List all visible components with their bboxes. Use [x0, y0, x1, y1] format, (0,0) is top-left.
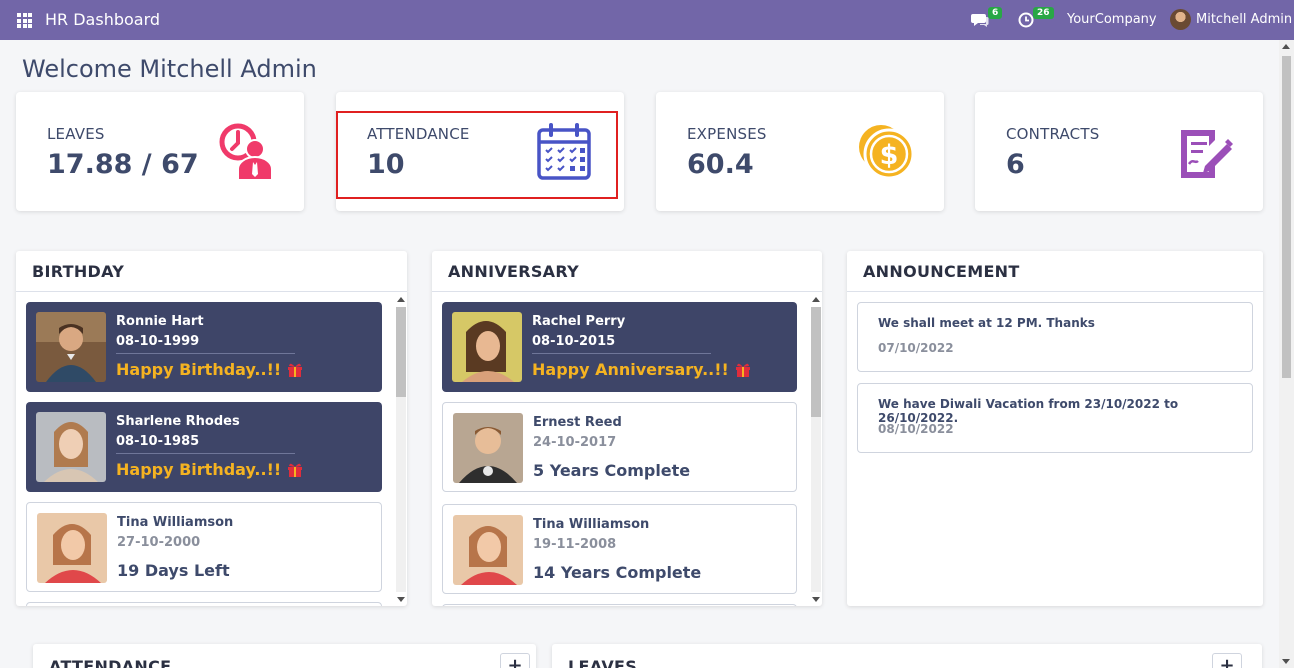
birthday-wish: Happy Birthday..!!	[116, 460, 303, 479]
stat-label: ATTENDANCE	[367, 125, 470, 143]
card-divider	[116, 353, 295, 354]
card-divider	[532, 353, 711, 354]
anniversary-card[interactable]: Ernest Reed 24-10-2017 5 Years Complete	[442, 402, 797, 492]
employee-photo	[452, 312, 522, 382]
join-date: 24-10-2017	[533, 435, 617, 450]
birth-date: 08-10-1999	[116, 334, 200, 349]
leaves-stat-card[interactable]: LEAVES 17.88 / 67	[16, 92, 304, 211]
announcement-list: We shall meet at 12 PM. Thanks 07/10/202…	[847, 293, 1263, 606]
gift-icon	[288, 463, 303, 477]
gift-icon	[288, 363, 303, 377]
employee-name: Tina Williamson	[533, 517, 650, 532]
leaves-panel-title: LEAVES	[568, 657, 638, 668]
contract-edit-icon	[1181, 130, 1233, 178]
birthday-card[interactable]: Tina Williamson 27-10-2000 19 Days Left	[26, 502, 382, 592]
user-avatar[interactable]	[1170, 9, 1191, 30]
anniversary-card[interactable]: Rachel Perry 08-10-2015 Happy Anniversar…	[442, 302, 797, 392]
announcement-panel: ANNOUNCEMENT We shall meet at 12 PM. Tha…	[847, 251, 1263, 606]
expand-attendance-button[interactable]: +	[500, 653, 530, 668]
stat-value: 10	[367, 149, 405, 180]
stat-value: 60.4	[687, 149, 754, 180]
employee-name: Tina Williamson	[117, 515, 234, 530]
card-divider	[116, 453, 295, 454]
apps-menu-icon[interactable]	[17, 13, 32, 28]
welcome-heading: Welcome Mitchell Admin	[22, 55, 317, 83]
birthday-panel: BIRTHDAY Ronnie Hart 08-10-1999 Happy Bi…	[16, 251, 407, 606]
employee-photo	[453, 413, 523, 483]
announcement-card[interactable]: We have Diwali Vacation from 23/10/2022 …	[857, 383, 1253, 453]
top-navbar: HR Dashboard 6 26 YourCompany Mitchell A…	[0, 0, 1294, 40]
birthday-title: BIRTHDAY	[16, 251, 407, 292]
employee-name: Ronnie Hart	[116, 314, 204, 329]
anniversary-card[interactable]: Tina Williamson 19-11-2008 14 Years Comp…	[442, 504, 797, 594]
years-complete: 14 Years Complete	[533, 563, 702, 582]
messages-icon[interactable]	[971, 11, 989, 29]
employee-photo	[36, 412, 106, 482]
stat-label: EXPENSES	[687, 125, 767, 143]
days-left: 19 Days Left	[117, 561, 230, 580]
anniversary-scrollbar[interactable]	[809, 295, 821, 604]
birthday-list: Ronnie Hart 08-10-1999 Happy Birthday..!…	[16, 293, 407, 606]
leave-clock-person-icon	[219, 123, 273, 181]
stat-value: 17.88 / 67	[47, 149, 199, 180]
app-title[interactable]: HR Dashboard	[45, 10, 160, 29]
anniversary-card[interactable]	[442, 604, 797, 606]
announcement-date: 08/10/2022	[878, 422, 954, 436]
anniversary-wish: Happy Anniversary..!!	[532, 360, 751, 379]
user-menu[interactable]: Mitchell Admin	[1196, 12, 1292, 27]
birthday-card[interactable]: Ronnie Hart 08-10-1999 Happy Birthday..!…	[26, 302, 382, 392]
svg-text:$: $	[880, 140, 899, 171]
employee-photo	[37, 513, 107, 583]
anniversary-title: ANNIVERSARY	[432, 251, 822, 292]
anniversary-list: Rachel Perry 08-10-2015 Happy Anniversar…	[432, 293, 822, 606]
gift-icon	[735, 363, 750, 377]
employee-photo	[36, 312, 106, 382]
attendance-stat-card[interactable]: ATTENDANCE 10	[336, 92, 624, 211]
dollar-coins-icon: $	[859, 125, 915, 180]
join-date: 19-11-2008	[533, 537, 617, 552]
company-switcher[interactable]: YourCompany	[1067, 12, 1157, 27]
employee-name: Rachel Perry	[532, 314, 626, 329]
announcement-text: We shall meet at 12 PM. Thanks	[878, 316, 1095, 330]
activities-count-badge: 26	[1033, 7, 1054, 19]
expand-leaves-button[interactable]: +	[1212, 653, 1242, 668]
stat-label: LEAVES	[47, 125, 105, 143]
leaves-chart-panel: LEAVES +	[552, 644, 1262, 668]
birthday-card[interactable]: Sharlene Rhodes 08-10-1985 Happy Birthda…	[26, 402, 382, 492]
employee-photo	[453, 515, 523, 585]
attendance-panel-title: ATTENDANCE	[49, 657, 172, 668]
stat-value: 6	[1006, 149, 1025, 180]
birthday-wish: Happy Birthday..!!	[116, 360, 303, 379]
expenses-stat-card[interactable]: EXPENSES 60.4 $	[656, 92, 944, 211]
birth-date: 08-10-1985	[116, 434, 200, 449]
birthday-card[interactable]	[26, 602, 382, 606]
announcement-card[interactable]: We shall meet at 12 PM. Thanks 07/10/202…	[857, 302, 1253, 372]
join-date: 08-10-2015	[532, 334, 616, 349]
employee-name: Sharlene Rhodes	[116, 414, 240, 429]
birthday-scrollbar[interactable]	[394, 295, 406, 604]
attendance-chart-panel: ATTENDANCE +	[33, 644, 536, 668]
years-complete: 5 Years Complete	[533, 461, 691, 480]
messages-count-badge: 6	[988, 7, 1003, 19]
birth-date: 27-10-2000	[117, 535, 201, 550]
announcement-title: ANNOUNCEMENT	[847, 251, 1263, 292]
announcement-text: We have Diwali Vacation from 23/10/2022 …	[878, 397, 1179, 425]
employee-name: Ernest Reed	[533, 415, 622, 430]
calendar-check-icon	[537, 123, 591, 180]
announcement-date: 07/10/2022	[878, 341, 954, 355]
page-scrollbar[interactable]	[1279, 40, 1294, 668]
contracts-stat-card[interactable]: CONTRACTS 6	[975, 92, 1263, 211]
anniversary-panel: ANNIVERSARY Rachel Perry 08-10-2015 Happ…	[432, 251, 822, 606]
stat-label: CONTRACTS	[1006, 125, 1100, 143]
